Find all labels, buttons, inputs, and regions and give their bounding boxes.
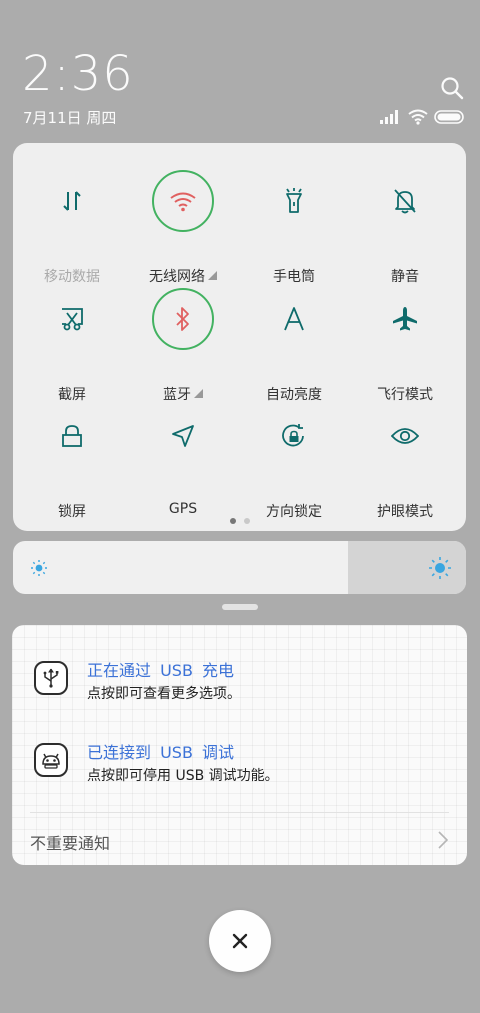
tile-auto-brightness[interactable]: 自动亮度 [239, 288, 349, 403]
chevron-right-icon[interactable] [437, 830, 449, 850]
tile-rotation-lock[interactable]: 方向锁定 [239, 405, 349, 520]
gps-icon [152, 405, 214, 467]
wifi-status-icon [408, 109, 428, 125]
page-dot [243, 518, 250, 524]
status-icons [380, 108, 466, 126]
quick-settings-panel: 移动数据 无线网络 手电筒 静音 截屏 蓝牙 自动亮度 飞行模式 锁屏 GPS … [13, 143, 466, 531]
tile-airplane[interactable]: 飞行模式 [350, 288, 460, 403]
clear-all-button[interactable] [209, 910, 271, 972]
tile-label: 移动数据 [44, 269, 100, 285]
notification-usb-debugging[interactable]: 已连接到 USB 调试 点按即可停用 USB 调试功能。 [12, 737, 467, 797]
notification-text: 点按即可查看更多选项。 [87, 686, 241, 702]
tile-label: GPS [168, 501, 198, 517]
rotation-lock-icon [263, 405, 325, 467]
eye-icon [374, 405, 436, 467]
airplane-icon [374, 288, 436, 350]
flashlight-icon [263, 170, 325, 232]
tile-eye-care[interactable]: 护眼模式 [350, 405, 460, 520]
brightness-slider[interactable] [13, 541, 466, 594]
battery-icon [434, 110, 464, 124]
drag-handle[interactable] [222, 604, 258, 610]
auto-brightness-icon [263, 288, 325, 350]
signal-icon [380, 110, 398, 124]
divider [30, 812, 449, 813]
tile-flashlight[interactable]: 手电筒 [239, 170, 349, 285]
tile-gps[interactable]: GPS [128, 405, 238, 517]
page-dot-active [229, 518, 236, 524]
tile-label: 手电筒 [273, 269, 315, 285]
notification-card: 正在通过 USB 充电 点按即可查看更多选项。 已连接到 USB 调试 点按即可… [12, 625, 467, 865]
tile-label: 无线网络 [128, 266, 238, 286]
notification-text: 点按即可停用 USB 调试功能。 [87, 768, 279, 784]
mobile-data-icon [41, 170, 103, 232]
usb-icon [34, 661, 68, 695]
tile-lock-screen[interactable]: 锁屏 [17, 405, 127, 520]
tile-label: 自动亮度 [266, 387, 322, 403]
close-icon [232, 933, 248, 949]
wifi-icon [152, 170, 214, 232]
clock-time: 2:36 [22, 46, 134, 102]
search-button[interactable] [438, 74, 466, 102]
page-indicator [13, 518, 466, 524]
tile-label: 飞行模式 [377, 387, 433, 403]
tile-label: 截屏 [58, 387, 86, 403]
notification-title: 已连接到 USB 调试 [87, 743, 235, 762]
tile-mobile-data[interactable]: 移动数据 [17, 170, 127, 285]
screenshot-icon [41, 288, 103, 350]
notification-usb-charging[interactable]: 正在通过 USB 充电 点按即可查看更多选项。 [12, 655, 467, 715]
tile-bluetooth[interactable]: 蓝牙 [128, 288, 238, 403]
lock-icon [41, 405, 103, 467]
expand-indicator [194, 389, 203, 398]
search-icon [441, 77, 464, 100]
brightness-high-icon [429, 557, 451, 579]
unimportant-notifications-link[interactable]: 不重要通知 [30, 830, 110, 854]
date-text: 7月11日 周四 [23, 109, 117, 127]
expand-indicator [208, 271, 217, 280]
tile-screenshot[interactable]: 截屏 [17, 288, 127, 403]
bluetooth-icon [152, 288, 214, 350]
tile-label: 蓝牙 [128, 384, 238, 404]
notification-title: 正在通过 USB 充电 [87, 661, 235, 680]
brightness-low-icon [31, 560, 47, 576]
tile-wifi[interactable]: 无线网络 [128, 170, 238, 285]
android-debug-icon [34, 743, 68, 777]
tile-mute[interactable]: 静音 [350, 170, 460, 285]
mute-bell-icon [374, 170, 436, 232]
tile-label: 静音 [391, 269, 419, 285]
